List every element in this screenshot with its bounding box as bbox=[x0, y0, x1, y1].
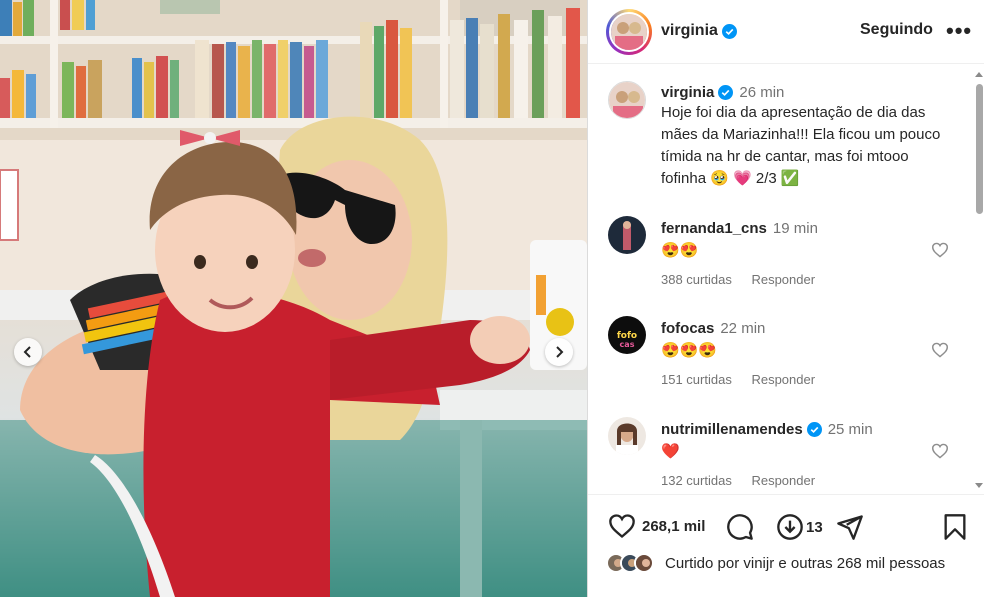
comment-avatar[interactable] bbox=[608, 216, 646, 254]
post-header: virginia Seguindo ••• bbox=[588, 0, 984, 64]
comment-username[interactable]: fofocas bbox=[661, 320, 714, 337]
comments-list: virginia 26 min Hoje foi dia da apresent… bbox=[588, 64, 984, 494]
scroll-down-arrow-icon[interactable] bbox=[974, 482, 984, 490]
header-username[interactable]: virginia bbox=[661, 22, 718, 40]
post-actions: 268,1 mil 13 Curtido por vinijr e outras… bbox=[588, 494, 984, 597]
liked-by-text[interactable]: Curtido por vinijr e outras 268 mil pess… bbox=[665, 553, 965, 574]
comment-username[interactable]: nutrimillenamendes bbox=[661, 421, 803, 438]
heart-icon bbox=[609, 514, 635, 539]
comment-avatar[interactable] bbox=[608, 417, 646, 455]
verified-badge-icon bbox=[721, 23, 737, 39]
like-comment-heart-icon[interactable] bbox=[931, 342, 949, 358]
download-circle-icon bbox=[777, 514, 803, 540]
comments-scrollbar[interactable] bbox=[974, 70, 984, 490]
caption-text: Hoje foi dia da apresentação de dia das … bbox=[661, 104, 941, 187]
scrollbar-thumb[interactable] bbox=[976, 84, 983, 214]
comment-bubble-icon bbox=[727, 514, 753, 540]
reply-button[interactable]: Responder bbox=[751, 473, 815, 488]
avatar bbox=[609, 12, 649, 52]
comment-time[interactable]: 22 min bbox=[720, 320, 765, 337]
send-icon bbox=[837, 515, 863, 540]
avatar bbox=[634, 553, 654, 573]
reply-button[interactable]: Responder bbox=[751, 372, 815, 387]
post-photo-image bbox=[0, 0, 587, 597]
reposts-count[interactable]: 13 bbox=[806, 519, 823, 536]
comment-text: 😍😍😍 bbox=[661, 342, 718, 359]
comment-likes[interactable]: 132 curtidas bbox=[661, 473, 732, 488]
reply-button[interactable]: Responder bbox=[751, 272, 815, 287]
chevron-left-icon bbox=[23, 346, 31, 358]
next-photo-button[interactable] bbox=[545, 338, 573, 366]
repost-button[interactable]: 13 bbox=[776, 513, 823, 541]
comment-text: 😍😍 bbox=[661, 242, 699, 259]
caption-time[interactable]: 26 min bbox=[739, 84, 784, 101]
verified-badge-icon bbox=[806, 422, 822, 437]
story-ring[interactable] bbox=[606, 9, 652, 55]
like-comment-heart-icon[interactable] bbox=[931, 242, 949, 258]
more-options-icon[interactable]: ••• bbox=[946, 18, 972, 44]
comment-button[interactable] bbox=[726, 513, 754, 541]
like-button[interactable]: 268,1 mil bbox=[608, 513, 705, 539]
comment-likes[interactable]: 151 curtidas bbox=[661, 372, 732, 387]
comment-time[interactable]: 19 min bbox=[773, 220, 818, 237]
share-button[interactable] bbox=[836, 513, 864, 541]
svg-text:cas: cas bbox=[620, 340, 635, 349]
liked-by-avatars[interactable] bbox=[606, 553, 654, 573]
comment-text: ❤️ bbox=[661, 443, 680, 460]
caption-username[interactable]: virginia bbox=[661, 84, 714, 101]
post-photo[interactable] bbox=[0, 0, 587, 597]
bookmark-icon bbox=[944, 514, 966, 540]
chevron-right-icon bbox=[556, 346, 564, 358]
verified-badge-icon bbox=[718, 85, 734, 100]
previous-photo-button[interactable] bbox=[14, 338, 42, 366]
comment-time[interactable]: 25 min bbox=[828, 421, 873, 438]
comment-likes[interactable]: 388 curtidas bbox=[661, 272, 732, 287]
post-side-panel: virginia Seguindo ••• virginia 26 min Ho… bbox=[587, 0, 984, 597]
comment-avatar[interactable]: fofo cas bbox=[608, 316, 646, 354]
save-button[interactable] bbox=[943, 513, 967, 541]
caption-avatar[interactable] bbox=[608, 81, 646, 119]
following-button[interactable]: Seguindo bbox=[860, 21, 933, 39]
comment-username[interactable]: fernanda1_cns bbox=[661, 220, 767, 237]
scroll-up-arrow-icon[interactable] bbox=[974, 70, 984, 78]
likes-count[interactable]: 268,1 mil bbox=[642, 518, 705, 535]
like-comment-heart-icon[interactable] bbox=[931, 443, 949, 459]
